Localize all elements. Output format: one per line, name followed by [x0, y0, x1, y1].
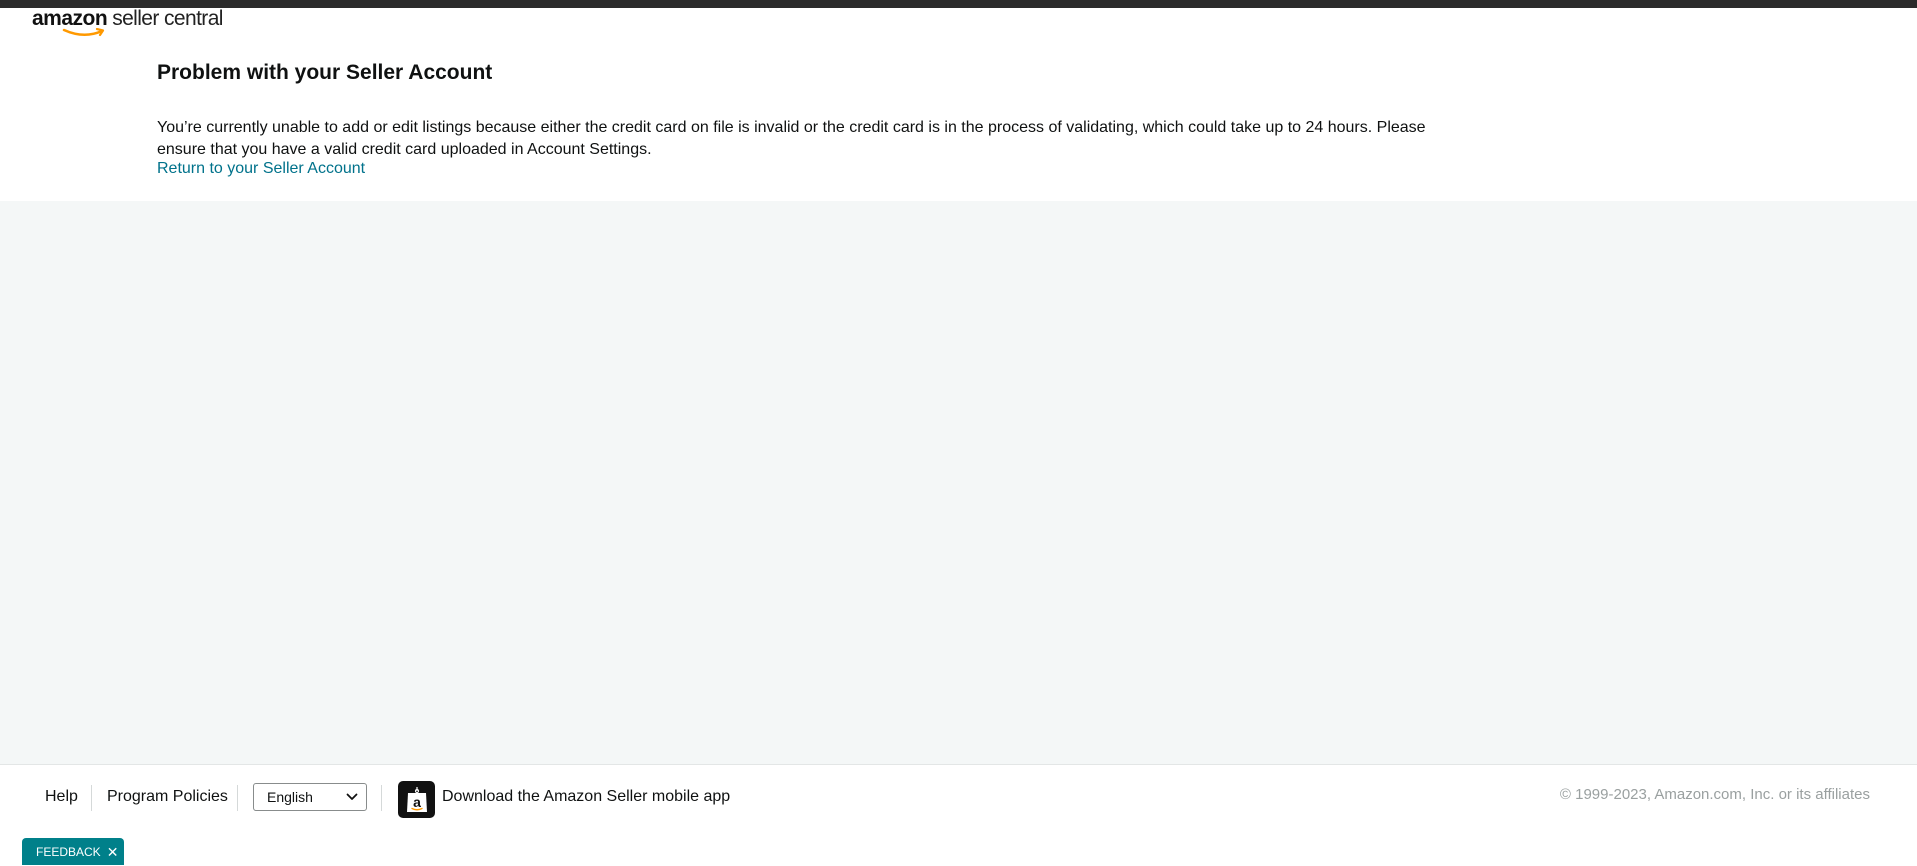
amazon-smile-icon: [62, 28, 105, 37]
logo-subtitle: seller central: [112, 7, 223, 30]
chevron-down-icon: [346, 793, 358, 800]
svg-text:a: a: [413, 794, 421, 810]
amazon-seller-central-logo[interactable]: amazon seller central: [32, 8, 223, 40]
top-bar: [0, 0, 1917, 8]
amazon-a-shopping-bag-icon[interactable]: a: [398, 781, 435, 818]
footer: Help Program Policies English a Download…: [0, 764, 1917, 866]
language-selected-value: English: [267, 789, 313, 805]
download-seller-app-link[interactable]: Download the Amazon Seller mobile app: [442, 788, 730, 806]
footer-divider: [91, 785, 92, 811]
return-to-seller-account-link[interactable]: Return to your Seller Account: [157, 160, 365, 178]
close-icon[interactable]: ✕: [107, 845, 119, 859]
error-message: You’re currently unable to add or edit l…: [157, 119, 1426, 158]
logo-brand: amazon: [32, 7, 108, 30]
feedback-button[interactable]: FEEDBACK ✕: [22, 838, 124, 865]
feedback-label: FEEDBACK: [36, 844, 101, 859]
main-content: Problem with your Seller Account You’re …: [0, 40, 1917, 201]
copyright-text: © 1999-2023, Amazon.com, Inc. or its aff…: [1559, 786, 1870, 803]
language-select[interactable]: English: [253, 783, 367, 811]
help-link[interactable]: Help: [45, 788, 78, 806]
footer-divider: [381, 785, 382, 811]
program-policies-link[interactable]: Program Policies: [107, 788, 228, 806]
footer-divider: [237, 785, 238, 811]
page-background: [0, 201, 1917, 764]
page-title: Problem with your Seller Account: [157, 61, 493, 84]
